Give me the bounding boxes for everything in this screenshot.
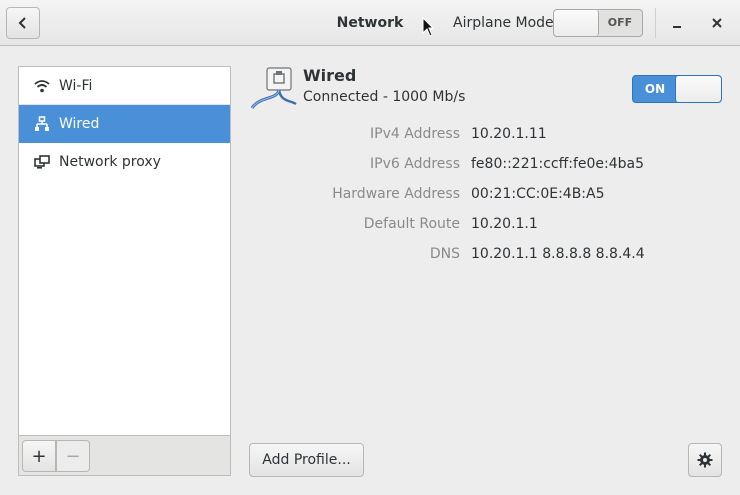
detail-row-ipv4: IPv4 Address 10.20.1.11 xyxy=(250,124,730,144)
wifi-icon xyxy=(33,77,51,95)
network-proxy-icon xyxy=(33,153,51,171)
switch-knob xyxy=(675,76,721,102)
ethernet-cable-icon xyxy=(250,67,297,109)
wired-connection-switch[interactable]: ON xyxy=(632,75,722,103)
detail-label: Hardware Address xyxy=(332,186,460,202)
wired-network-icon xyxy=(33,115,51,133)
detail-value: 10.20.1.11 xyxy=(471,126,547,142)
device-status: Connected - 1000 Mb/s xyxy=(303,89,466,105)
close-icon xyxy=(712,18,722,28)
airplane-mode-switch[interactable]: OFF xyxy=(553,9,643,37)
detail-row-dns: DNS 10.20.1.1 8.8.8.8 8.8.4.4 xyxy=(250,244,730,264)
header-bar: Network Airplane Mode OFF xyxy=(0,0,740,46)
settings-button[interactable] xyxy=(688,443,722,477)
sidebar-item-network-proxy[interactable]: Network proxy xyxy=(19,143,230,181)
minimize-button[interactable] xyxy=(662,8,692,38)
detail-value: 10.20.1.1 xyxy=(471,216,538,232)
detail-value: fe80::221:ccff:fe0e:4ba5 xyxy=(471,156,645,172)
detail-label: IPv4 Address xyxy=(370,126,460,142)
airplane-mode-label: Airplane Mode xyxy=(453,15,554,31)
remove-connection-button[interactable]: − xyxy=(56,440,90,472)
detail-row-ipv6: IPv6 Address fe80::221:ccff:fe0e:4ba5 xyxy=(250,154,730,174)
device-name: Wired xyxy=(303,66,357,85)
header-separator xyxy=(655,8,656,38)
add-connection-button[interactable]: + xyxy=(22,440,56,472)
sidebar-item-wifi[interactable]: Wi-Fi xyxy=(19,67,230,105)
detail-value: 00:21:CC:0E:4B:A5 xyxy=(471,186,605,202)
switch-knob xyxy=(554,10,599,36)
chevron-left-icon xyxy=(18,17,26,29)
mouse-pointer-icon xyxy=(422,17,434,37)
detail-label: IPv6 Address xyxy=(370,156,460,172)
airplane-mode-state: OFF xyxy=(607,16,633,29)
sidebar-toolbar: + − xyxy=(18,436,231,476)
detail-row-hardware-address: Hardware Address 00:21:CC:0E:4B:A5 xyxy=(250,184,730,204)
sidebar-item-label: Network proxy xyxy=(59,154,161,170)
sidebar-item-label: Wired xyxy=(59,115,100,132)
gear-icon xyxy=(697,452,713,468)
sidebar: Wi-Fi Wired Network proxy xyxy=(18,66,231,436)
detail-row-default-route: Default Route 10.20.1.1 xyxy=(250,214,730,234)
sidebar-item-wired[interactable]: Wired xyxy=(19,105,230,143)
detail-label: Default Route xyxy=(363,216,460,232)
detail-label: DNS xyxy=(429,246,460,262)
close-button[interactable] xyxy=(702,8,732,38)
back-button[interactable] xyxy=(6,7,40,39)
add-profile-button[interactable]: Add Profile... xyxy=(249,443,364,477)
detail-value: 10.20.1.1 8.8.8.8 8.8.4.4 xyxy=(471,246,645,262)
sidebar-item-label: Wi-Fi xyxy=(59,77,93,94)
minimize-icon xyxy=(673,26,681,28)
window-title: Network xyxy=(336,15,404,31)
wired-switch-state: ON xyxy=(644,82,666,96)
